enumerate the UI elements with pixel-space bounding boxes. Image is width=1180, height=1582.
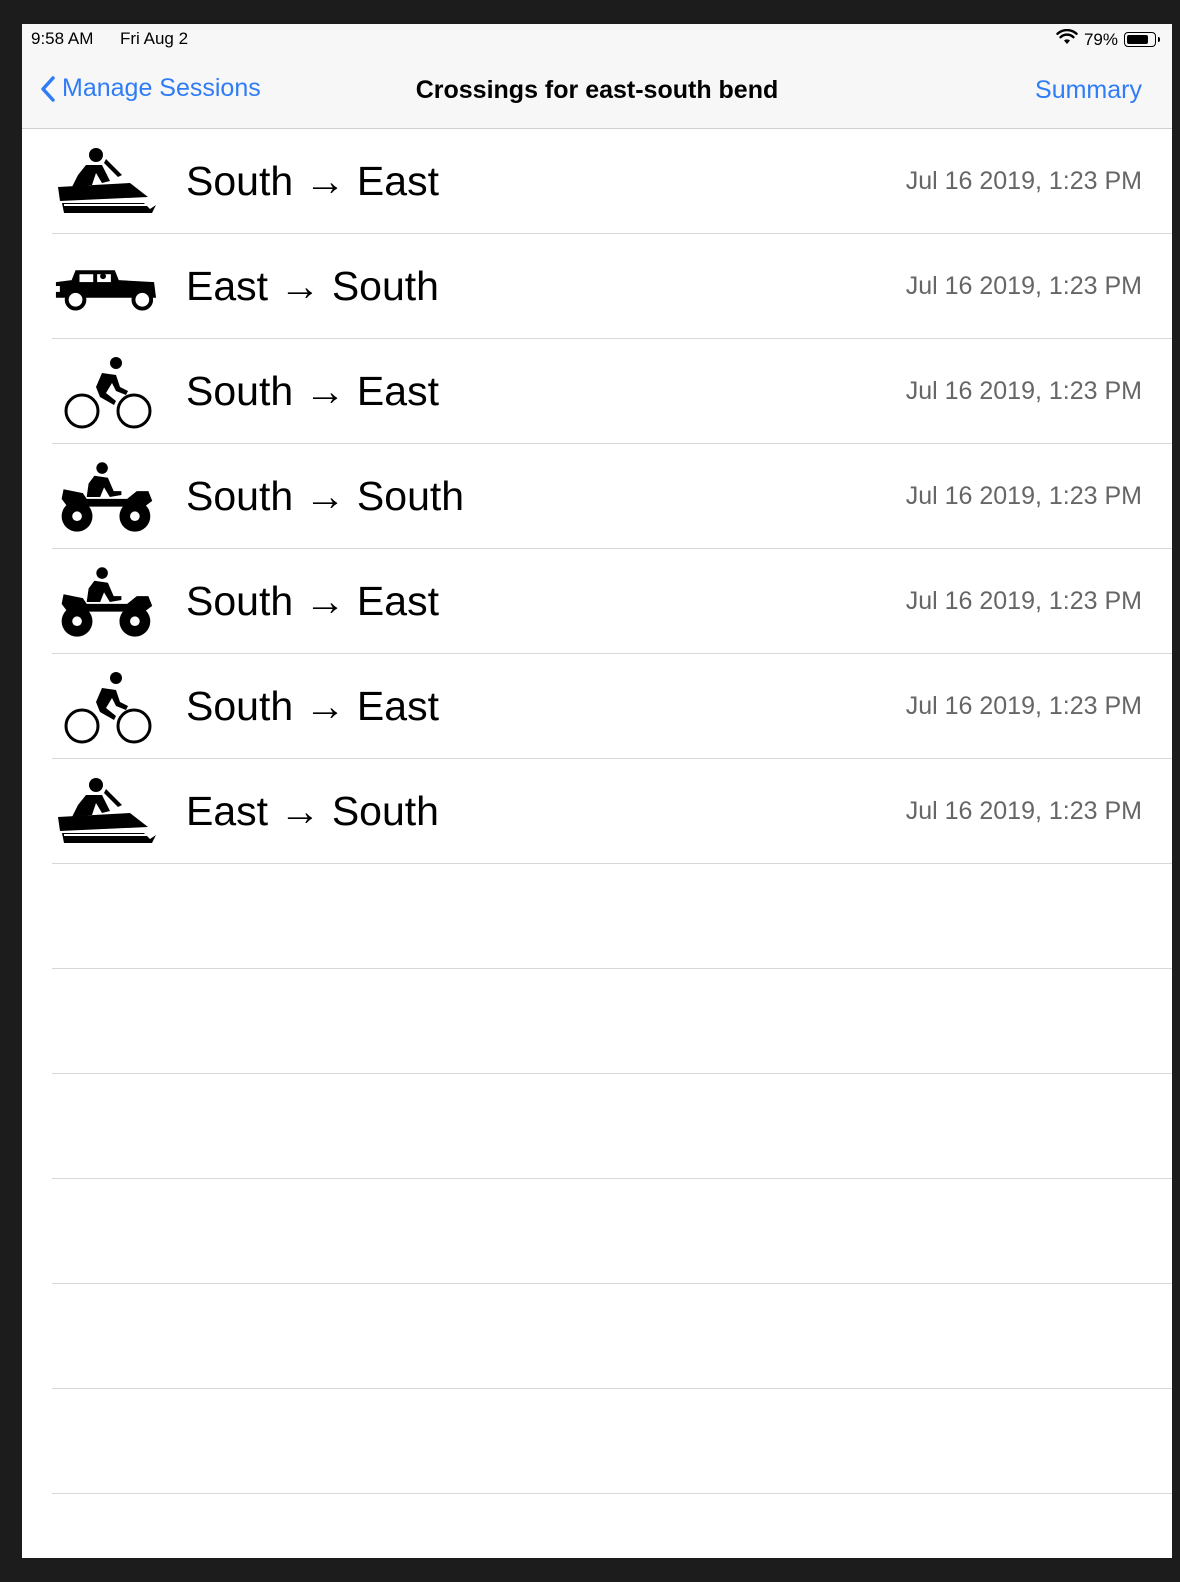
bicycle-icon bbox=[52, 353, 158, 429]
empty-row bbox=[52, 1389, 1172, 1494]
snowmobile-icon bbox=[52, 143, 158, 219]
battery-icon bbox=[1124, 32, 1160, 47]
crossing-route: South → East bbox=[186, 368, 439, 414]
crossing-row[interactable]: South → East Jul 16 2019, 1:23 PM bbox=[52, 129, 1172, 234]
battery-level bbox=[1127, 35, 1148, 44]
crossing-route: South → South bbox=[186, 473, 465, 519]
navigation-bar: Manage Sessions Crossings for east-south… bbox=[22, 54, 1172, 129]
crossing-row[interactable]: South → South Jul 16 2019, 1:23 PM bbox=[52, 444, 1172, 549]
snowmobile-icon bbox=[52, 773, 158, 849]
crossing-row[interactable]: South → East Jul 16 2019, 1:23 PM bbox=[52, 654, 1172, 759]
crossing-row[interactable]: East → South Jul 16 2019, 1:23 PM bbox=[52, 759, 1172, 864]
status-date: Fri Aug 2 bbox=[120, 29, 189, 48]
status-indicators: 79% bbox=[1056, 28, 1160, 50]
crossing-route: South → East bbox=[186, 158, 439, 204]
crossing-timestamp: Jul 16 2019, 1:23 PM bbox=[905, 692, 1142, 720]
empty-row bbox=[52, 1179, 1172, 1284]
empty-row bbox=[52, 864, 1172, 969]
jeep-icon bbox=[52, 248, 159, 324]
status-time: 9:58 AM bbox=[31, 29, 94, 48]
page-title: Crossings for east-south bend bbox=[415, 76, 779, 104]
crossing-timestamp: Jul 16 2019, 1:23 PM bbox=[905, 797, 1142, 825]
empty-row bbox=[52, 1494, 1172, 1558]
summary-button[interactable]: Summary bbox=[1035, 76, 1142, 105]
atv-icon bbox=[52, 563, 158, 639]
empty-row bbox=[52, 1074, 1172, 1179]
crossing-timestamp: Jul 16 2019, 1:23 PM bbox=[905, 587, 1142, 615]
battery-percent: 79% bbox=[1083, 29, 1118, 49]
crossing-timestamp: Jul 16 2019, 1:23 PM bbox=[905, 167, 1142, 195]
wifi-icon bbox=[1056, 28, 1078, 50]
crossing-row[interactable]: South → East Jul 16 2019, 1:23 PM bbox=[52, 549, 1172, 654]
crossing-timestamp: Jul 16 2019, 1:23 PM bbox=[905, 482, 1142, 510]
crossing-timestamp: Jul 16 2019, 1:23 PM bbox=[905, 377, 1142, 405]
status-bar: 9:58 AM Fri Aug 2 79% bbox=[22, 24, 1172, 54]
crossing-row[interactable]: South → East Jul 16 2019, 1:23 PM bbox=[52, 339, 1172, 444]
crossing-route: South → East bbox=[186, 578, 439, 624]
bicycle-icon bbox=[52, 668, 158, 744]
crossing-route: East → South bbox=[186, 788, 439, 834]
ipad-screen: 9:58 AM Fri Aug 2 79% Manage Sessions Cr… bbox=[22, 24, 1172, 1558]
crossings-list: South → East Jul 16 2019, 1:23 PM East → S… bbox=[22, 129, 1172, 1558]
crossing-row[interactable]: East → South Jul 16 2019, 1:23 PM bbox=[52, 234, 1172, 339]
empty-row bbox=[52, 969, 1172, 1074]
empty-row bbox=[52, 1284, 1172, 1389]
crossing-timestamp: Jul 16 2019, 1:23 PM bbox=[905, 272, 1142, 300]
atv-icon bbox=[52, 458, 158, 534]
crossing-route: East → South bbox=[186, 263, 439, 309]
crossing-route: South → East bbox=[186, 683, 439, 729]
